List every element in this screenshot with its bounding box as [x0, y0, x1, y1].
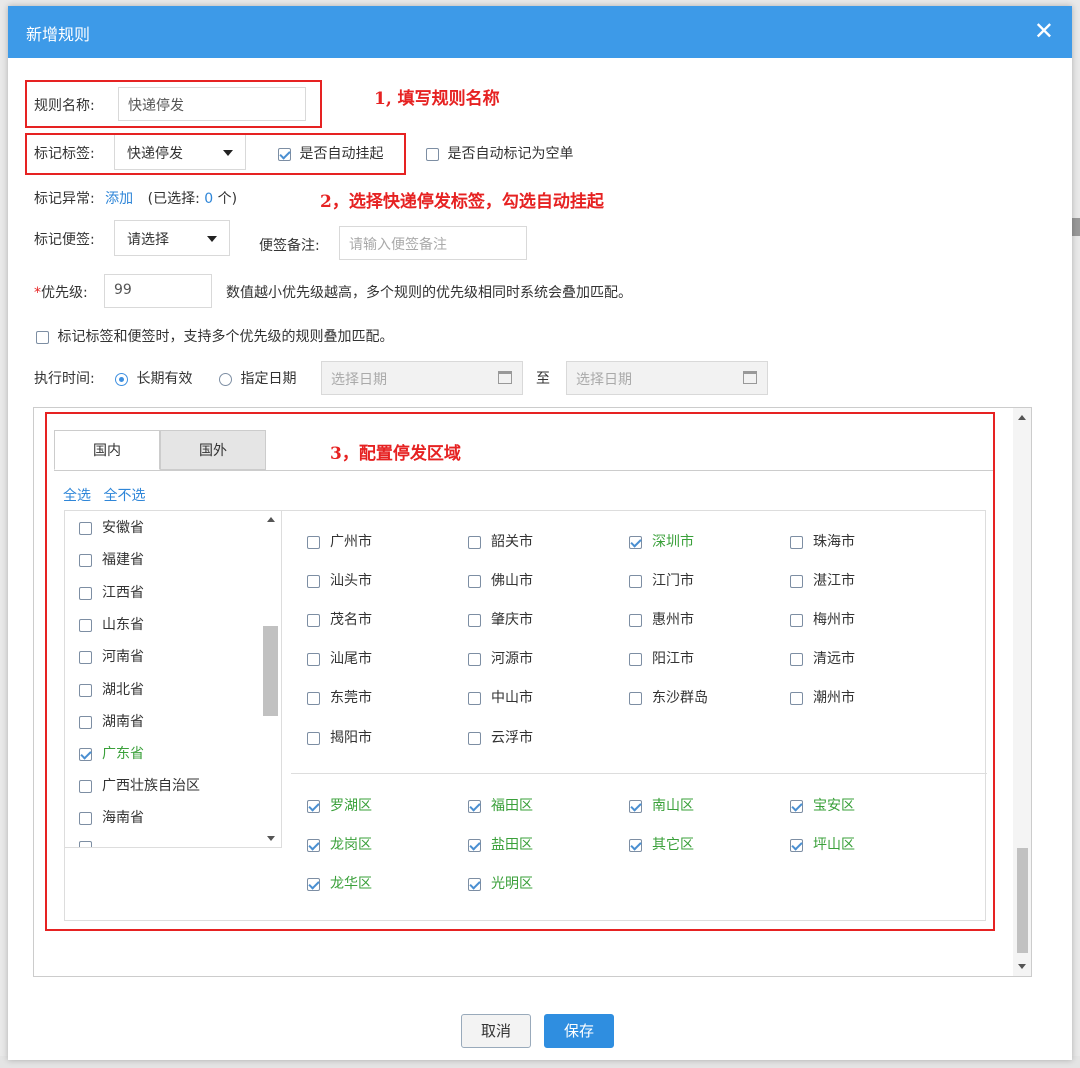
- stack-checkbox[interactable]: [36, 330, 49, 344]
- note-remark-label: 便签备注:: [259, 238, 320, 254]
- radio-long-term[interactable]: 长期有效: [115, 368, 192, 388]
- annotation-step2: 2，选择快递停发标签，勾选自动挂起: [320, 192, 604, 212]
- note-remark-input[interactable]: 请输入便签备注: [339, 226, 527, 260]
- stack-option[interactable]: 标记标签和便签时，支持多个优先级的规则叠加匹配。: [36, 326, 393, 346]
- date-start-placeholder: 选择日期: [331, 372, 387, 388]
- dialog-title: 新增规则: [26, 25, 91, 44]
- date-end-input[interactable]: 选择日期: [566, 361, 768, 395]
- annotation-step3: 3，配置停发区域: [330, 444, 461, 464]
- exception-add-link[interactable]: 添加: [105, 191, 133, 207]
- calendar-icon: [743, 371, 757, 384]
- priority-hint: 数值越小优先级越高，多个规则的优先级相同时系统会叠加匹配。: [226, 285, 632, 301]
- calendar-icon: [498, 371, 512, 384]
- stack-option-label: 标记标签和便签时，支持多个优先级的规则叠加匹配。: [57, 329, 394, 345]
- exception-selected-count: 0: [204, 191, 214, 207]
- annotation-step1: 1, 填写规则名称: [374, 89, 500, 109]
- note-tag-select[interactable]: 请选择: [114, 220, 230, 256]
- note-tag-select-value: 请选择: [127, 232, 169, 248]
- priority-label: 优先级:: [41, 285, 88, 301]
- priority-label-wrap: *优先级:: [34, 282, 88, 302]
- region-scrollbar[interactable]: [1013, 408, 1031, 976]
- annotation-box-1: [25, 80, 322, 128]
- exception-label: 标记异常:: [34, 191, 95, 207]
- date-to-label: 至: [536, 371, 550, 387]
- dialog-titlebar: 新增规则 ✕: [8, 6, 1072, 58]
- priority-input[interactable]: 99: [104, 274, 212, 308]
- radio-long-term-label: 长期有效: [136, 371, 193, 387]
- add-rule-dialog: 新增规则 ✕ 规则名称: 快递停发 1, 填写规则名称 标记标签: 快递停发 是…: [8, 6, 1072, 1060]
- annotation-box-2: [25, 133, 406, 175]
- exception-row: 标记异常: 添加 (已选择: 0 个): [34, 188, 237, 208]
- chevron-down-icon: [207, 236, 217, 242]
- radio-specified[interactable]: 指定日期: [219, 368, 296, 388]
- exec-time-label: 执行时间:: [34, 371, 95, 387]
- save-button[interactable]: 保存: [544, 1014, 614, 1048]
- scroll-down-icon[interactable]: [1018, 964, 1026, 969]
- date-start-input[interactable]: 选择日期: [321, 361, 523, 395]
- annotation-box-3: [45, 412, 995, 931]
- exception-selected-suffix: 个): [217, 191, 238, 207]
- radio-long-term-button[interactable]: [115, 372, 128, 386]
- date-end-placeholder: 选择日期: [576, 372, 632, 388]
- auto-empty-label: 是否自动标记为空单: [447, 146, 574, 162]
- radio-specified-label: 指定日期: [240, 371, 297, 387]
- background-scroll-mark: [1072, 218, 1080, 236]
- scroll-up-icon[interactable]: [1018, 415, 1026, 420]
- exception-selected-prefix: (已选择:: [147, 191, 200, 207]
- close-icon[interactable]: ✕: [1034, 16, 1054, 46]
- required-star: *: [34, 285, 41, 301]
- note-tag-label: 标记便签:: [34, 232, 95, 248]
- auto-empty-checkbox[interactable]: [426, 147, 439, 161]
- auto-empty-option[interactable]: 是否自动标记为空单: [426, 143, 573, 163]
- radio-specified-button[interactable]: [219, 372, 232, 386]
- cancel-button[interactable]: 取消: [461, 1014, 531, 1048]
- region-scroll-thumb[interactable]: [1017, 848, 1028, 953]
